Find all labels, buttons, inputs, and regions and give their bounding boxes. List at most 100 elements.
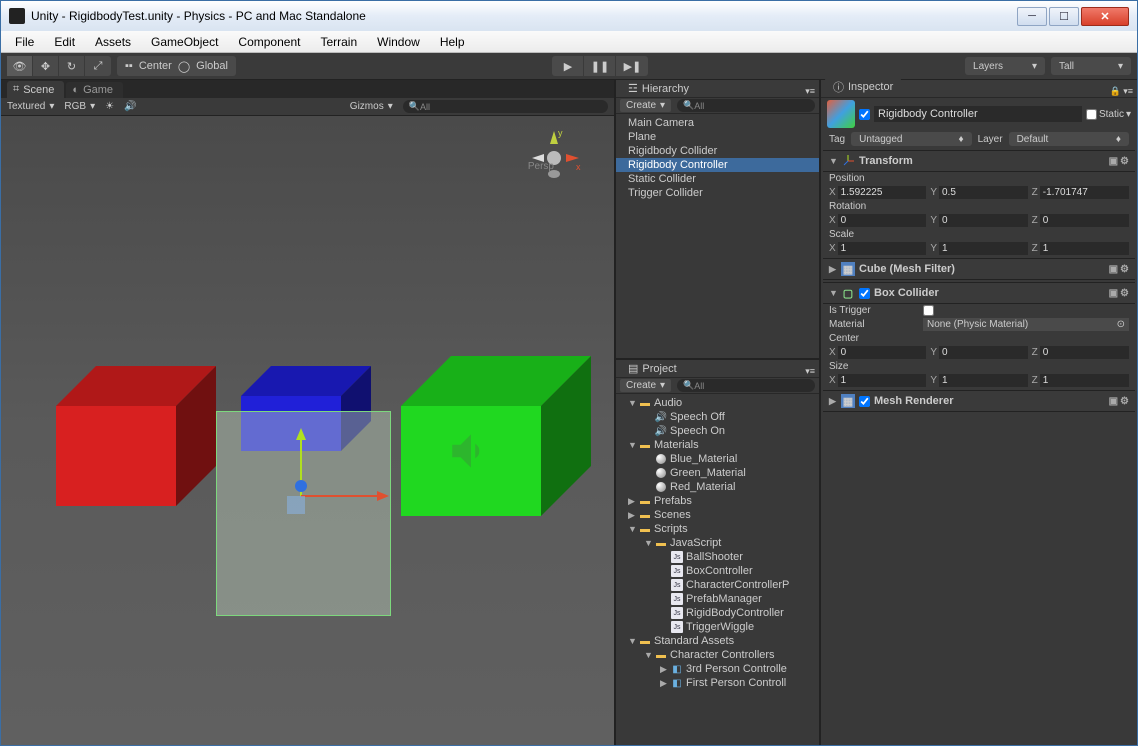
- project-item[interactable]: ▶◧3rd Person Controlle: [616, 662, 819, 676]
- move-tool[interactable]: ✥: [33, 56, 59, 76]
- transform-header[interactable]: ▼ Transform ▣⚙: [823, 150, 1135, 172]
- light-toggle[interactable]: ☀: [105, 101, 114, 112]
- help-icon[interactable]: ▣: [1109, 156, 1118, 167]
- project-item[interactable]: ▶▬Scenes: [616, 508, 819, 522]
- hierarchy-item[interactable]: Rigidbody Collider: [616, 144, 819, 158]
- render-mode-dropdown[interactable]: Textured ▾: [7, 101, 54, 112]
- menu-help[interactable]: Help: [430, 32, 475, 52]
- center-y[interactable]: [939, 346, 1028, 359]
- color-mode-dropdown[interactable]: RGB ▾: [64, 101, 95, 112]
- project-item[interactable]: Green_Material: [616, 466, 819, 480]
- meshrenderer-enabled[interactable]: [859, 396, 870, 407]
- rotate-tool[interactable]: ↻: [59, 56, 85, 76]
- menu-edit[interactable]: Edit: [44, 32, 85, 52]
- project-item[interactable]: Blue_Material: [616, 452, 819, 466]
- rot-x[interactable]: [838, 214, 927, 227]
- hierarchy-item[interactable]: Rigidbody Controller: [616, 158, 819, 172]
- pivot-toggle[interactable]: ▪▪Center ◯Global: [117, 56, 236, 76]
- rot-z[interactable]: [1040, 214, 1129, 227]
- audio-toggle[interactable]: 🔊: [124, 101, 136, 112]
- step-button[interactable]: ▶❚: [616, 56, 648, 76]
- game-tab[interactable]: ◐Game: [66, 82, 123, 98]
- project-item[interactable]: ▶▬Prefabs: [616, 494, 819, 508]
- gear-icon[interactable]: ⚙: [1120, 396, 1129, 407]
- help-icon[interactable]: ▣: [1109, 264, 1118, 275]
- close-button[interactable]: ✕: [1081, 7, 1129, 26]
- pos-x[interactable]: [838, 186, 927, 199]
- project-item[interactable]: ▶◧First Person Controll: [616, 676, 819, 690]
- static-checkbox[interactable]: [1086, 109, 1097, 120]
- panel-menu[interactable]: ▾≡: [801, 366, 819, 377]
- menu-file[interactable]: File: [5, 32, 44, 52]
- project-item[interactable]: ▼▬Materials: [616, 438, 819, 452]
- pos-y[interactable]: [939, 186, 1028, 199]
- layers-dropdown[interactable]: Layers▾: [965, 57, 1045, 75]
- titlebar[interactable]: Unity - RigidbodyTest.unity - Physics - …: [1, 1, 1137, 31]
- boxcollider-enabled[interactable]: [859, 288, 870, 299]
- scene-viewport[interactable]: y x Persp: [1, 116, 614, 745]
- size-y[interactable]: [939, 374, 1028, 387]
- play-button[interactable]: ▶: [552, 56, 584, 76]
- pos-z[interactable]: [1040, 186, 1129, 199]
- project-item[interactable]: Red_Material: [616, 480, 819, 494]
- layer-dropdown[interactable]: Default♦: [1009, 132, 1129, 146]
- project-create[interactable]: Create ▾: [620, 379, 671, 392]
- scale-x[interactable]: [838, 242, 927, 255]
- hierarchy-item[interactable]: Plane: [616, 130, 819, 144]
- scale-z[interactable]: [1040, 242, 1129, 255]
- static-dropdown[interactable]: ▾: [1126, 109, 1131, 120]
- center-z[interactable]: [1040, 346, 1129, 359]
- project-item[interactable]: ▼▬Scripts: [616, 522, 819, 536]
- layout-dropdown[interactable]: Tall▾: [1051, 57, 1131, 75]
- pause-button[interactable]: ❚❚: [584, 56, 616, 76]
- project-item[interactable]: JsBallShooter: [616, 550, 819, 564]
- gizmos-dropdown[interactable]: Gizmos ▾: [350, 101, 393, 112]
- menu-component[interactable]: Component: [228, 32, 310, 52]
- hierarchy-item[interactable]: Trigger Collider: [616, 186, 819, 200]
- menu-assets[interactable]: Assets: [85, 32, 141, 52]
- inspector-tab[interactable]: ⓘInspector: [825, 77, 901, 97]
- project-item[interactable]: ▼▬Audio: [616, 396, 819, 410]
- project-item[interactable]: JsBoxController: [616, 564, 819, 578]
- istrigger-checkbox[interactable]: [923, 305, 934, 316]
- project-tab[interactable]: ▤Project: [620, 360, 685, 377]
- project-item[interactable]: JsPrefabManager: [616, 592, 819, 606]
- scene-search[interactable]: 🔍 All: [403, 100, 608, 113]
- maximize-button[interactable]: ☐: [1049, 7, 1079, 26]
- hierarchy-search[interactable]: 🔍 All: [677, 99, 815, 112]
- project-item[interactable]: ▼▬JavaScript: [616, 536, 819, 550]
- help-icon[interactable]: ▣: [1109, 396, 1118, 407]
- gameobject-name-field[interactable]: Rigidbody Controller: [874, 106, 1082, 122]
- hierarchy-item[interactable]: Main Camera: [616, 116, 819, 130]
- minimize-button[interactable]: ─: [1017, 7, 1047, 26]
- physic-material-field[interactable]: None (Physic Material)⊙: [923, 318, 1129, 331]
- move-gizmo[interactable]: [281, 426, 401, 526]
- rot-y[interactable]: [939, 214, 1028, 227]
- gear-icon[interactable]: ⚙: [1120, 288, 1129, 299]
- meshrenderer-header[interactable]: ▶ ▦ Mesh Renderer ▣⚙: [823, 390, 1135, 412]
- hand-tool[interactable]: 👁: [7, 56, 33, 76]
- project-item[interactable]: 🔊Speech Off: [616, 410, 819, 424]
- project-item[interactable]: JsCharacterControllerP: [616, 578, 819, 592]
- gameobject-active-checkbox[interactable]: [859, 109, 870, 120]
- meshfilter-header[interactable]: ▶ ▦ Cube (Mesh Filter) ▣⚙: [823, 258, 1135, 280]
- size-z[interactable]: [1040, 374, 1129, 387]
- size-x[interactable]: [838, 374, 927, 387]
- project-item[interactable]: 🔊Speech On: [616, 424, 819, 438]
- center-x[interactable]: [838, 346, 927, 359]
- project-item[interactable]: ▼▬Character Controllers: [616, 648, 819, 662]
- hierarchy-tab[interactable]: ☲Hierarchy: [620, 80, 697, 97]
- menu-gameobject[interactable]: GameObject: [141, 32, 228, 52]
- panel-menu[interactable]: ▾≡: [801, 86, 819, 97]
- scene-tab[interactable]: ⌗Scene: [7, 81, 64, 98]
- project-item[interactable]: ▼▬Standard Assets: [616, 634, 819, 648]
- scale-y[interactable]: [939, 242, 1028, 255]
- menu-window[interactable]: Window: [367, 32, 430, 52]
- menu-terrain[interactable]: Terrain: [310, 32, 367, 52]
- project-item[interactable]: JsTriggerWiggle: [616, 620, 819, 634]
- tag-dropdown[interactable]: Untagged♦: [851, 132, 971, 146]
- panel-menu[interactable]: 🔒 ▾≡: [1106, 86, 1137, 97]
- project-search[interactable]: 🔍 All: [677, 379, 815, 392]
- hierarchy-create[interactable]: Create ▾: [620, 99, 671, 112]
- gear-icon[interactable]: ⚙: [1120, 264, 1129, 275]
